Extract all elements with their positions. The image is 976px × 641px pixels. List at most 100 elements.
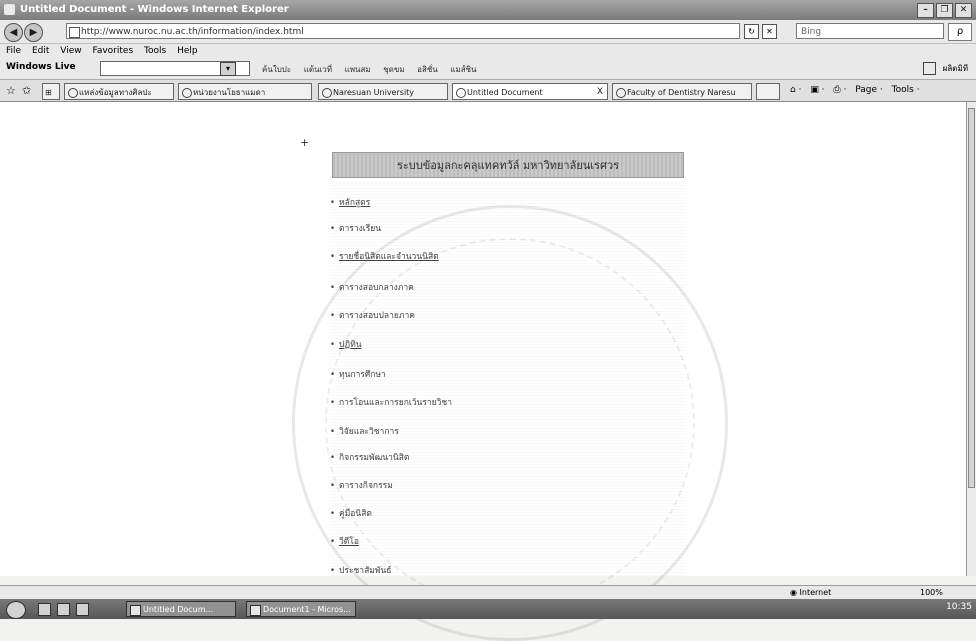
tab-naresuan[interactable]: Naresuan University (318, 83, 448, 100)
address-url: http://www.nuroc.nu.ac.th/information/in… (81, 27, 304, 37)
window-controls: – ❐ ✕ (917, 3, 972, 18)
taskbar: Untitled Docum... Document1 - Micros... … (0, 599, 976, 619)
ie-quicklaunch-icon[interactable] (57, 603, 70, 616)
live-link[interactable]: แต้นเวที่ (304, 65, 332, 74)
tab-art-resource[interactable]: แหล่งข้อมูลทางศิลปะ (64, 83, 174, 100)
menu-link[interactable]: • หลักสูตร (330, 195, 370, 209)
live-link[interactable]: ชุดขม (383, 65, 404, 74)
tools-menu[interactable]: Tools · (892, 85, 920, 95)
minimize-button[interactable]: – (917, 3, 934, 18)
live-right-icon (923, 62, 937, 75)
print-icon[interactable]: ⎙ · (833, 85, 846, 95)
live-link[interactable]: ค้นใบปะ (262, 65, 291, 74)
feeds-icon[interactable]: ▣ · (810, 85, 824, 95)
menu-bar: File Edit View Favorites Tools Help (0, 44, 976, 58)
menu-link[interactable]: • ทุนการศึกษา (330, 367, 386, 381)
taskbar-ie-button[interactable]: Untitled Docum... (126, 601, 236, 617)
taskbar-label: Untitled Docum... (143, 605, 214, 614)
forward-button[interactable]: ▶ (24, 23, 43, 42)
live-links: ค้นใบปะ แต้นเวที่ แพนสม ชุดขม อสิชั่น แม… (262, 63, 487, 76)
menu-link[interactable]: • ประชาสัมพันธ์ (330, 563, 391, 577)
tab-label: Faculty of Dentistry Naresu (627, 88, 736, 97)
menu-file[interactable]: File (6, 46, 21, 56)
search-input[interactable]: Bing (796, 23, 944, 39)
live-link[interactable]: แพนสม (345, 65, 371, 74)
start-button[interactable] (6, 601, 26, 619)
window-title: Untitled Document - Windows Internet Exp… (20, 4, 289, 15)
ie-tab-icon (322, 88, 332, 98)
page-icon (69, 27, 80, 38)
window-title-bar: Untitled Document - Windows Internet Exp… (0, 0, 976, 20)
menu-link[interactable]: • ตารางเรียน (330, 221, 381, 235)
address-toolbar: ◀ ▶ http://www.nuroc.nu.ac.th/informatio… (0, 20, 976, 44)
menu-link[interactable]: • ตารางกิจกรรม (330, 478, 393, 492)
ie-app-icon (4, 4, 15, 15)
search-button[interactable]: ρ (948, 23, 972, 41)
ie-tab-icon (68, 88, 78, 98)
live-link[interactable]: อสิชั่น (417, 65, 438, 74)
menu-link[interactable]: • ปฏิทิน (330, 337, 362, 351)
address-actions: ↻ ✕ (744, 24, 777, 39)
favorites-star-icon[interactable]: ☆ (6, 84, 16, 97)
scrollbar-thumb[interactable] (968, 108, 975, 488)
live-search-button[interactable]: ▾ (220, 62, 236, 76)
ie-taskbar-icon (130, 605, 141, 616)
show-desktop-icon[interactable] (38, 603, 51, 616)
refresh-icon[interactable]: ↻ (744, 24, 759, 39)
live-right-label: ผลิตมิที (942, 64, 968, 73)
word-taskbar-icon (250, 605, 261, 616)
close-window-button[interactable]: ✕ (955, 3, 972, 18)
windows-live-logo: Windows Live (6, 62, 76, 72)
tab-label: Naresuan University (333, 88, 415, 97)
menu-link[interactable]: • วีดีโอ (330, 534, 359, 548)
address-input[interactable]: http://www.nuroc.nu.ac.th/information/in… (66, 23, 740, 39)
menu-link[interactable]: • กิจกรรมพัฒนานิสิต (330, 450, 409, 464)
media-icon[interactable] (76, 603, 89, 616)
new-tab-button[interactable] (756, 83, 780, 100)
system-clock: 10:35 (946, 602, 972, 612)
ie-tab-icon (182, 88, 192, 98)
menu-link[interactable]: • รายชื่อนิสิตและจำนวนนิสิต (330, 249, 439, 263)
live-link[interactable]: แมส์ชิน (450, 65, 476, 74)
menu-link[interactable]: • การโอนและการยกเว้นรายวิชา (330, 395, 452, 409)
add-favorite-icon[interactable]: ✩ (22, 84, 31, 97)
tab-label: แหล่งข้อมูลทางศิลปะ (79, 88, 152, 97)
menu-help[interactable]: Help (177, 46, 198, 56)
home-icon[interactable]: ⌂ · (790, 85, 801, 95)
page-menu[interactable]: Page · (855, 85, 883, 95)
menu-link[interactable]: • ตารางสอบกลางภาค (330, 280, 414, 294)
menu-link[interactable]: • วิจัยและวิชาการ (330, 424, 399, 438)
page-header: ระบบข้อมูลกะคลุแทคทวัล์ มหาวิทยาลัยนเรศว… (332, 152, 684, 178)
restore-button[interactable]: ❐ (936, 3, 953, 18)
live-right-button[interactable]: ผลิตมิที (923, 62, 968, 75)
back-button[interactable]: ◀ (4, 23, 23, 42)
stop-icon[interactable]: ✕ (762, 24, 777, 39)
tab-bar: ☆ ✩ ⊞ แหล่งข้อมูลทางศิลปะ หน่วยงานโยธาแม… (0, 80, 976, 102)
menu-link[interactable]: • ตารางสอบปลายภาค (330, 308, 415, 322)
quick-tabs-button[interactable]: ⊞ (42, 83, 60, 100)
quick-launch (38, 603, 89, 616)
tab-label: Untitled Document (467, 88, 543, 97)
ie-tab-icon (616, 88, 626, 98)
mouse-cursor: + (300, 136, 310, 149)
tab-label: หน่วยงานโยธาแมดา (193, 88, 266, 97)
ie-tab-icon (456, 88, 466, 98)
tab-untitled-document[interactable]: Untitled Document X (452, 83, 608, 100)
status-bar: ◉ Internet 100% (0, 585, 976, 599)
menu-edit[interactable]: Edit (32, 46, 49, 56)
tab-agency[interactable]: หน่วยงานโยธาแมดา (178, 83, 312, 100)
security-zone: ◉ Internet (790, 588, 832, 597)
taskbar-label: Document1 - Micros... (263, 605, 351, 614)
vertical-scrollbar[interactable] (966, 102, 976, 576)
taskbar-word-button[interactable]: Document1 - Micros... (246, 601, 356, 617)
tab-dentistry[interactable]: Faculty of Dentistry Naresu (612, 83, 752, 100)
menu-view[interactable]: View (60, 46, 81, 56)
windows-live-toolbar: Windows Live ▾ ค้นใบปะ แต้นเวที่ แพนสม ช… (0, 58, 976, 80)
zone-label: Internet (799, 588, 832, 597)
zoom-level[interactable]: 100% (920, 586, 943, 600)
command-bar: ⌂ · ▣ · ⎙ · Page · Tools · (790, 85, 926, 95)
menu-favorites[interactable]: Favorites (92, 46, 133, 56)
menu-tools[interactable]: Tools (144, 46, 166, 56)
close-tab-icon[interactable]: X (597, 84, 603, 99)
menu-link[interactable]: • คู่มือนิสิต (330, 506, 372, 520)
